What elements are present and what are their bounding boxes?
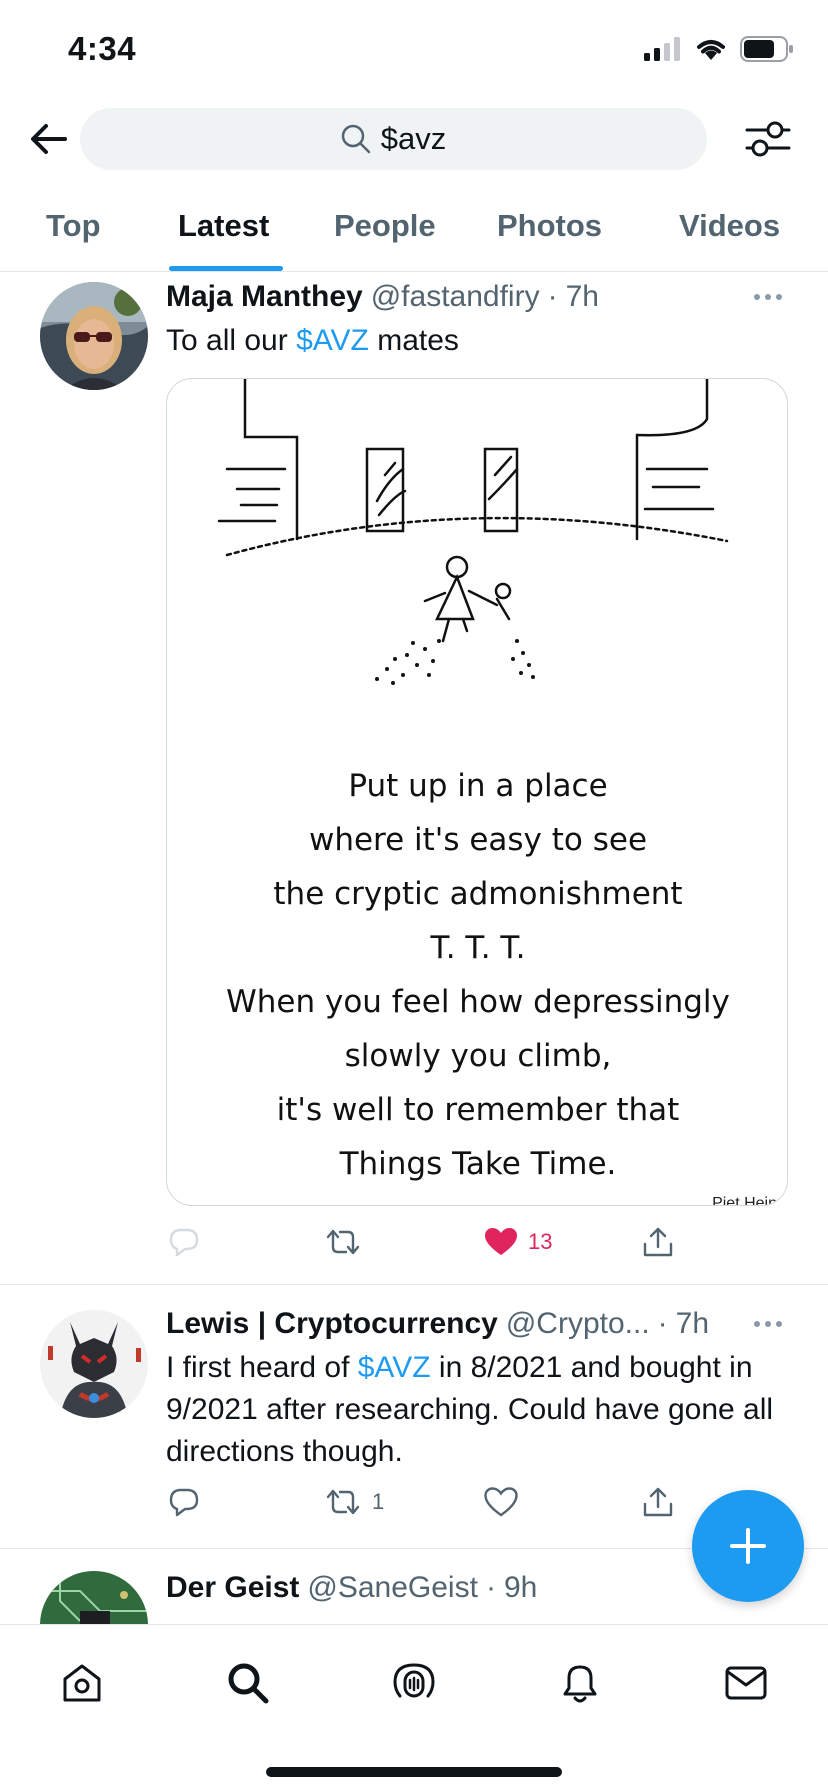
share-icon bbox=[643, 1227, 673, 1257]
retweet-count: 1 bbox=[372, 1489, 385, 1514]
sliders-icon bbox=[745, 121, 791, 157]
spaces-icon bbox=[393, 1663, 435, 1698]
retweet-button[interactable]: 1 bbox=[324, 1472, 384, 1532]
poem-line: it's well to remember that bbox=[276, 1092, 680, 1128]
back-button[interactable] bbox=[26, 116, 72, 162]
search-input[interactable]: $avz bbox=[80, 108, 707, 170]
separator-dot: · bbox=[547, 280, 558, 313]
image-signature: Piet Hein bbox=[712, 1195, 777, 1206]
like-button[interactable]: 13 bbox=[484, 1212, 552, 1272]
compose-tweet-button[interactable] bbox=[692, 1490, 804, 1602]
tweet-text-part: To all our bbox=[166, 324, 297, 357]
tab-photos[interactable]: Photos bbox=[497, 208, 602, 244]
nav-messages[interactable] bbox=[716, 1653, 776, 1713]
tab-videos[interactable]: Videos bbox=[679, 208, 780, 244]
cashtag-link[interactable]: $AVZ bbox=[358, 1351, 431, 1384]
share-icon bbox=[643, 1487, 673, 1517]
cellular-signal-icon bbox=[644, 37, 682, 66]
search-header: $avz bbox=[0, 104, 828, 174]
share-button[interactable] bbox=[642, 1472, 674, 1532]
reply-icon bbox=[169, 1228, 199, 1257]
heart-filled-icon bbox=[485, 1228, 517, 1255]
tab-latest[interactable]: Latest bbox=[178, 208, 269, 244]
active-tab-indicator bbox=[169, 266, 283, 271]
retweet-button[interactable] bbox=[324, 1212, 372, 1272]
tweet-text-part: mates bbox=[368, 324, 459, 357]
reply-icon bbox=[169, 1488, 199, 1517]
more-options-icon[interactable] bbox=[754, 1319, 788, 1329]
tweet-actions: 1 bbox=[150, 1472, 710, 1532]
status-icons bbox=[644, 36, 794, 67]
separator-dot: · bbox=[485, 1571, 496, 1604]
battery-icon bbox=[740, 36, 794, 67]
avatar[interactable] bbox=[40, 1310, 148, 1418]
search-icon bbox=[228, 1663, 269, 1704]
notifications-bell-icon bbox=[563, 1665, 597, 1703]
tweet-text: I first heard of $AVZ in 8/2021 and boug… bbox=[166, 1347, 796, 1473]
display-name[interactable]: Der Geist bbox=[166, 1571, 299, 1605]
tweet-text: To all our $AVZ mates bbox=[166, 320, 796, 362]
tweet-time[interactable]: 9h bbox=[504, 1571, 537, 1605]
heart-outline-icon bbox=[484, 1487, 518, 1517]
home-indicator[interactable] bbox=[266, 1767, 562, 1777]
home-icon bbox=[63, 1664, 101, 1702]
tweet-text-part: I first heard of bbox=[166, 1351, 358, 1384]
poem-line: where it's easy to see bbox=[308, 822, 648, 858]
like-count: 13 bbox=[528, 1229, 553, 1254]
nav-home[interactable] bbox=[52, 1653, 112, 1713]
tweet-actions: 13 bbox=[150, 1212, 710, 1272]
tab-top[interactable]: Top bbox=[46, 208, 101, 244]
tweet-time[interactable]: 7h bbox=[676, 1307, 709, 1341]
tweet-header: Der Geist @SaneGeist · 9h bbox=[166, 1571, 537, 1605]
messages-envelope-icon bbox=[725, 1666, 767, 1700]
tweet-header: Maja Manthey @fastandfiry · 7h bbox=[166, 280, 599, 314]
tweet-image[interactable]: Put up in a place where it's easy to see… bbox=[166, 378, 788, 1206]
tab-people[interactable]: People bbox=[334, 208, 436, 244]
search-icon bbox=[341, 124, 370, 154]
poem-line: When you feel how depressingly bbox=[226, 984, 730, 1020]
search-settings-button[interactable] bbox=[744, 116, 792, 162]
avatar[interactable] bbox=[40, 282, 148, 390]
display-name[interactable]: Maja Manthey bbox=[166, 280, 363, 314]
poem-line: Put up in a place bbox=[348, 768, 608, 804]
plus-icon bbox=[730, 1528, 766, 1564]
poem-line: slowly you climb, bbox=[344, 1038, 612, 1074]
arrow-left-icon bbox=[31, 124, 67, 154]
like-button[interactable] bbox=[484, 1472, 528, 1532]
poem-line: the cryptic admonishment bbox=[273, 876, 683, 912]
status-bar: 4:34 bbox=[0, 0, 828, 100]
nav-notifications[interactable] bbox=[550, 1653, 610, 1713]
separator-dot: · bbox=[657, 1307, 668, 1340]
search-tabs: Top Latest People Photos Videos bbox=[0, 196, 828, 272]
avatar[interactable] bbox=[40, 1571, 148, 1624]
poem-line: Things Take Time. bbox=[339, 1146, 617, 1182]
search-query: $avz bbox=[380, 121, 447, 156]
tweet-time[interactable]: 7h bbox=[566, 280, 599, 314]
reply-button[interactable] bbox=[168, 1472, 210, 1532]
tweet[interactable]: Lewis | Cryptocurrency @Crypto... · 7h I… bbox=[0, 1285, 828, 1548]
cashtag-link[interactable]: $AVZ bbox=[296, 324, 369, 357]
wifi-icon bbox=[694, 36, 728, 67]
bottom-navigation bbox=[0, 1624, 828, 1792]
retweet-icon bbox=[326, 1229, 360, 1255]
status-time: 4:34 bbox=[68, 30, 137, 67]
display-name[interactable]: Lewis | Cryptocurrency bbox=[166, 1307, 498, 1341]
user-handle[interactable]: @fastandfiry bbox=[371, 280, 540, 314]
poem-line: T. T. T. bbox=[430, 930, 526, 966]
nav-spaces[interactable] bbox=[384, 1653, 444, 1713]
user-handle[interactable]: @Crypto... bbox=[506, 1307, 650, 1341]
cartoon-drawing bbox=[217, 379, 729, 685]
share-button[interactable] bbox=[642, 1212, 674, 1272]
tweet-header: Lewis | Cryptocurrency @Crypto... · 7h bbox=[166, 1307, 709, 1341]
more-options-icon[interactable] bbox=[754, 292, 788, 302]
retweet-icon bbox=[326, 1489, 360, 1515]
poem-text: Put up in a place where it's easy to see… bbox=[167, 759, 787, 1191]
tweet[interactable]: Maja Manthey @fastandfiry · 7h To all ou… bbox=[0, 272, 828, 1284]
reply-button[interactable] bbox=[168, 1212, 210, 1272]
nav-search[interactable] bbox=[218, 1653, 278, 1713]
user-handle[interactable]: @SaneGeist bbox=[307, 1571, 478, 1605]
